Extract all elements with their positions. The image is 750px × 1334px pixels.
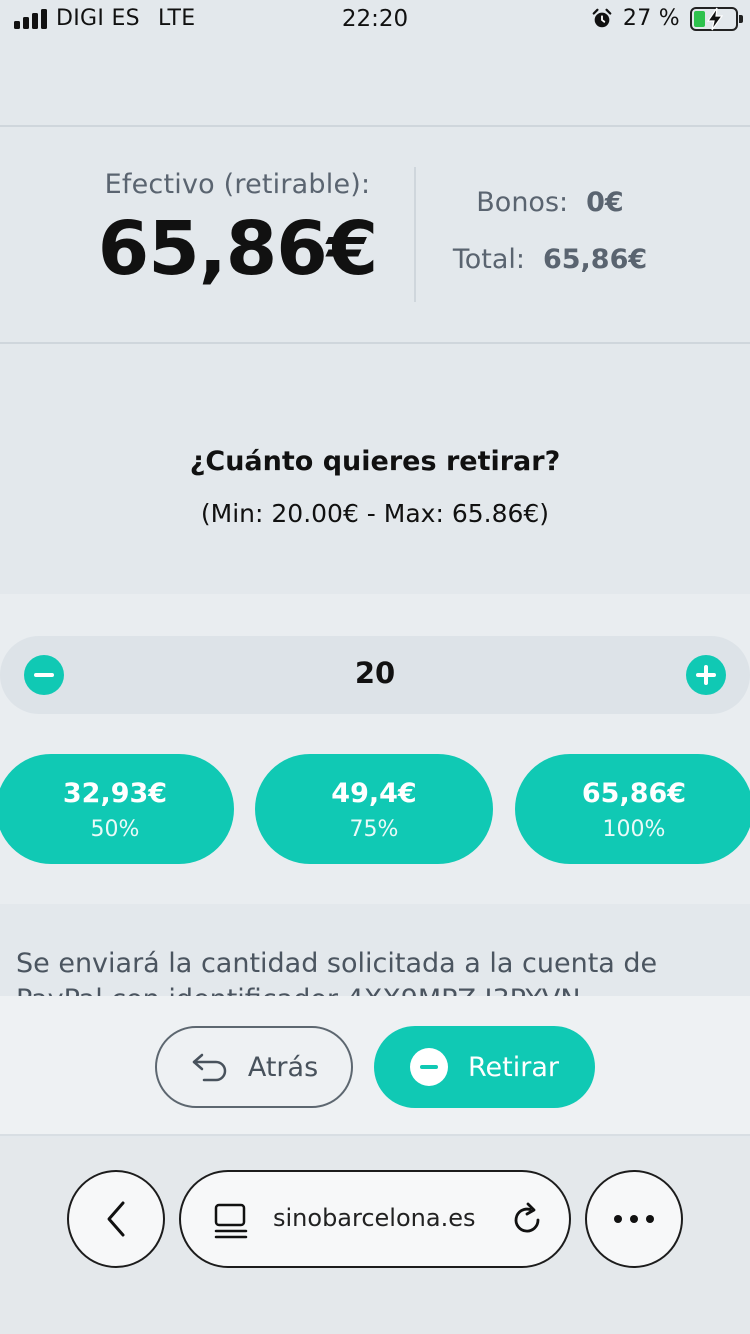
total-value: 65,86€ xyxy=(542,244,648,275)
cash-label: Efectivo (retirable): xyxy=(104,169,371,200)
reload-icon[interactable] xyxy=(509,1202,545,1238)
total-row: Total: 65,86€ xyxy=(430,244,670,275)
bonus-row: Bonos: 0€ xyxy=(430,187,670,218)
amount-section: 20 32,93€ 50% 49,4€ 75% 65,86€ 100% xyxy=(0,594,750,904)
back-label: Atrás xyxy=(247,1051,319,1083)
alarm-icon xyxy=(592,8,612,27)
page: DIGI ES LTE 22:20 27 % Efectivo (retirab… xyxy=(0,0,750,1334)
battery-nub xyxy=(739,14,743,23)
vertical-divider xyxy=(414,167,416,302)
increase-button[interactable] xyxy=(686,655,726,695)
total-label: Total: xyxy=(452,244,525,275)
quick-amount-50-button[interactable]: 32,93€ 50% xyxy=(0,754,234,864)
question-title: ¿Cuánto quieres retirar? xyxy=(189,446,561,477)
status-right: 27 % xyxy=(591,6,743,31)
address-bar[interactable]: sinobarcelona.es xyxy=(179,1170,571,1268)
more-dots-icon xyxy=(614,1215,654,1223)
withdraw-label: Retirar xyxy=(468,1051,559,1083)
quick-amount-value: 65,86€ xyxy=(581,778,687,809)
charging-bolt-icon xyxy=(706,7,724,30)
back-button[interactable]: Atrás xyxy=(155,1026,353,1108)
cash-value: 65,86€ xyxy=(97,206,379,292)
withdraw-button[interactable]: Retirar xyxy=(374,1026,595,1108)
bonus-label: Bonos: xyxy=(476,187,569,218)
undo-arrow-icon xyxy=(192,1053,227,1082)
paypal-info-text: Se enviará la cantidad solicitada a la c… xyxy=(16,948,658,996)
quick-amount-value: 32,93€ xyxy=(62,778,168,809)
info-section: Se enviará la cantidad solicitada a la c… xyxy=(0,904,750,996)
balance-summary: Bonos: 0€ Total: 65,86€ xyxy=(430,187,670,275)
battery-icon xyxy=(690,6,743,31)
amount-range: (Min: 20.00€ - Max: 65.86€) xyxy=(200,499,550,528)
browser-back-button[interactable] xyxy=(67,1170,165,1268)
amount-value[interactable]: 20 xyxy=(0,656,750,690)
more-options-button[interactable] xyxy=(585,1170,683,1268)
quick-amount-100-button[interactable]: 65,86€ 100% xyxy=(515,754,750,864)
action-bar: Atrás Retirar xyxy=(0,996,750,1136)
bonus-value: 0€ xyxy=(586,187,624,218)
quick-amount-75-button[interactable]: 49,4€ 75% xyxy=(255,754,493,864)
balance-panel: Efectivo (retirable): 65,86€ Bonos: 0€ T… xyxy=(0,127,750,343)
quick-amount-percent: 50% xyxy=(90,817,140,842)
plus-icon-vertical xyxy=(704,665,708,685)
quick-amount-percent: 100% xyxy=(602,817,666,842)
status-bar: DIGI ES LTE 22:20 27 % xyxy=(0,0,750,42)
withdraw-question: ¿Cuánto quieres retirar? (Min: 20.00€ - … xyxy=(0,446,750,528)
tabs-icon xyxy=(214,1203,248,1239)
browser-toolbar: sinobarcelona.es xyxy=(0,1138,750,1334)
chevron-left-icon xyxy=(107,1201,125,1237)
quick-amount-percent: 75% xyxy=(349,817,399,842)
minus-circle-icon xyxy=(410,1048,448,1086)
url-text: sinobarcelona.es xyxy=(273,1204,476,1232)
amount-stepper: 20 xyxy=(0,636,750,714)
cash-balance: Efectivo (retirable): 65,86€ xyxy=(0,169,475,292)
battery-percent: 27 % xyxy=(622,6,680,31)
divider xyxy=(0,342,750,344)
quick-amount-value: 49,4€ xyxy=(331,778,417,809)
